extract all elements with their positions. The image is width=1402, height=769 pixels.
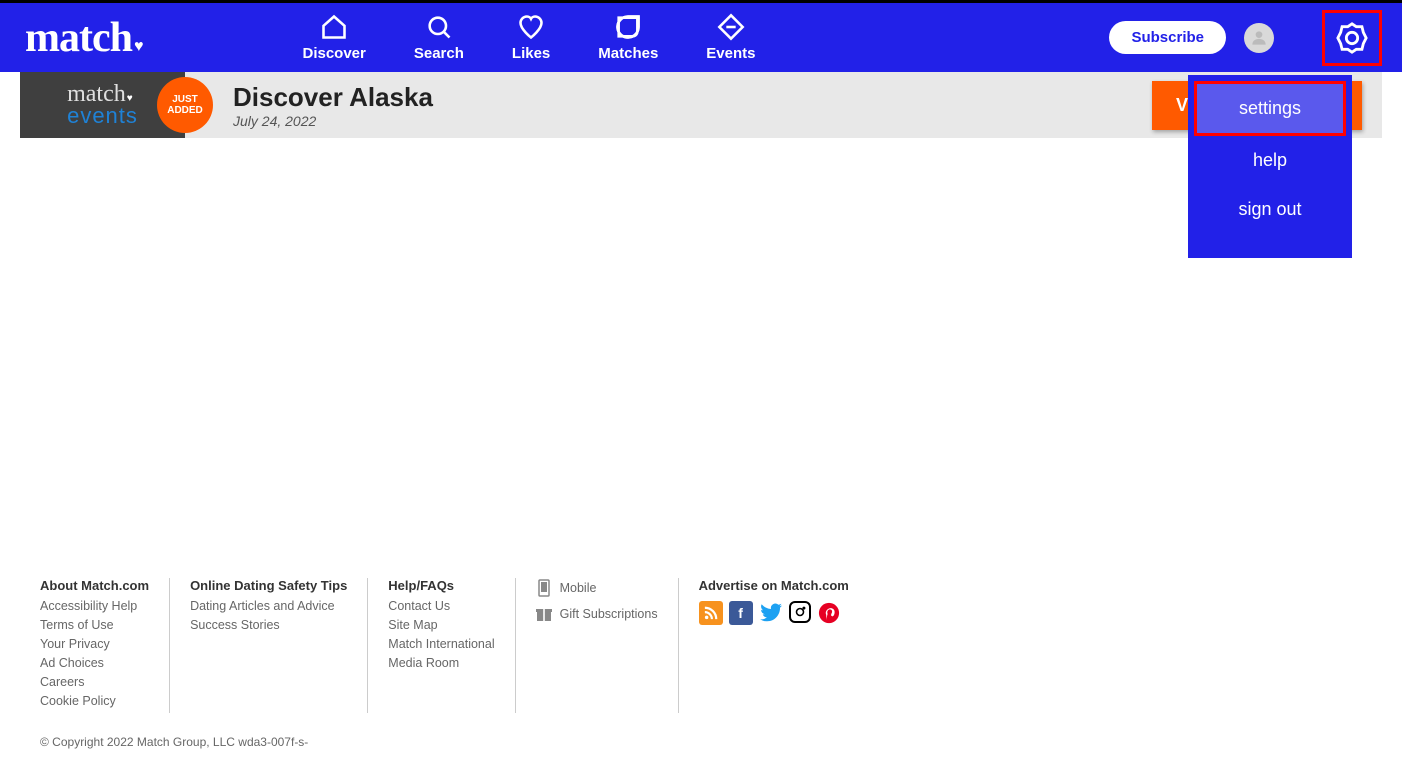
footer-link-media[interactable]: Media Room bbox=[388, 656, 494, 670]
nav-label: Search bbox=[414, 45, 464, 62]
badge-line1: JUST bbox=[172, 94, 198, 105]
footer-col-mobile: Mobile Gift Subscriptions bbox=[516, 578, 679, 713]
chat-icon bbox=[614, 13, 642, 41]
footer-gift-row[interactable]: Gift Subscriptions bbox=[536, 604, 658, 624]
footer: About Match.com Accessibility Help Terms… bbox=[0, 578, 1402, 769]
nav-label: Likes bbox=[512, 45, 550, 62]
logo-heart-icon: ♥ bbox=[134, 38, 143, 56]
events-logo-word: events bbox=[67, 106, 138, 126]
nav-label: Discover bbox=[302, 45, 365, 62]
footer-col-advertise: Advertise on Match.com f bbox=[679, 578, 869, 713]
search-icon bbox=[425, 13, 453, 41]
dropdown-signout[interactable]: sign out bbox=[1188, 185, 1352, 234]
nav-search[interactable]: Search bbox=[414, 13, 464, 62]
footer-link-careers[interactable]: Careers bbox=[40, 675, 149, 689]
nav-events[interactable]: Events bbox=[706, 13, 755, 62]
twitter-icon[interactable] bbox=[759, 601, 783, 625]
heart-icon bbox=[517, 13, 545, 41]
settings-gear-button[interactable] bbox=[1322, 10, 1382, 66]
footer-mobile-row[interactable]: Mobile bbox=[536, 578, 658, 598]
banner-date: July 24, 2022 bbox=[233, 113, 433, 129]
banner-title: Discover Alaska bbox=[233, 82, 433, 113]
footer-link-privacy[interactable]: Your Privacy bbox=[40, 637, 149, 651]
gear-icon bbox=[1335, 21, 1369, 55]
footer-link-contact[interactable]: Contact Us bbox=[388, 599, 494, 613]
footer-link-terms[interactable]: Terms of Use bbox=[40, 618, 149, 632]
events-banner: match♥ events JUST ADDED Discover Alaska… bbox=[20, 72, 1382, 138]
banner-text: Discover Alaska July 24, 2022 bbox=[233, 82, 433, 129]
nav-label: Events bbox=[706, 45, 755, 62]
social-icons: f bbox=[699, 601, 849, 625]
nav-likes[interactable]: Likes bbox=[512, 13, 550, 62]
footer-link-accessibility[interactable]: Accessibility Help bbox=[40, 599, 149, 613]
rss-icon[interactable] bbox=[699, 601, 723, 625]
footer-link-sitemap[interactable]: Site Map bbox=[388, 618, 494, 632]
footer-col-about: About Match.com Accessibility Help Terms… bbox=[40, 578, 170, 713]
footer-link-adchoices[interactable]: Ad Choices bbox=[40, 656, 149, 670]
heart-icon: ♥ bbox=[127, 94, 133, 103]
tag-icon bbox=[717, 13, 745, 41]
footer-heading: About Match.com bbox=[40, 578, 149, 593]
footer-link-gift: Gift Subscriptions bbox=[560, 607, 658, 621]
badge-line2: ADDED bbox=[167, 105, 203, 116]
match-logo[interactable]: match♥ bbox=[25, 14, 142, 62]
facebook-icon[interactable]: f bbox=[729, 601, 753, 625]
instagram-icon[interactable] bbox=[789, 601, 811, 623]
dropdown-help[interactable]: help bbox=[1188, 136, 1352, 185]
top-navigation-bar: match♥ Discover Search Likes Ma bbox=[0, 0, 1402, 72]
footer-link-success[interactable]: Success Stories bbox=[190, 618, 347, 632]
pinterest-icon[interactable] bbox=[817, 601, 841, 625]
events-logo-block: match♥ events JUST ADDED bbox=[20, 72, 185, 138]
dropdown-settings[interactable]: settings bbox=[1194, 81, 1346, 136]
phone-icon bbox=[536, 578, 552, 598]
avatar[interactable] bbox=[1244, 23, 1274, 53]
home-icon bbox=[320, 13, 348, 41]
settings-dropdown: settings help sign out bbox=[1188, 75, 1352, 258]
nav-matches[interactable]: Matches bbox=[598, 13, 658, 62]
just-added-badge: JUST ADDED bbox=[157, 77, 213, 133]
logo-text: match bbox=[25, 14, 132, 62]
footer-heading: Online Dating Safety Tips bbox=[190, 578, 347, 593]
footer-link-mobile: Mobile bbox=[560, 581, 597, 595]
footer-link-international[interactable]: Match International bbox=[388, 637, 494, 651]
subscribe-button[interactable]: Subscribe bbox=[1109, 21, 1226, 54]
gift-icon bbox=[536, 604, 552, 624]
topbar-right: Subscribe bbox=[1109, 10, 1382, 66]
footer-heading: Help/FAQs bbox=[388, 578, 494, 593]
footer-columns: About Match.com Accessibility Help Terms… bbox=[40, 578, 1362, 713]
footer-col-safety: Online Dating Safety Tips Dating Article… bbox=[170, 578, 368, 713]
footer-link-articles[interactable]: Dating Articles and Advice bbox=[190, 599, 347, 613]
footer-col-help: Help/FAQs Contact Us Site Map Match Inte… bbox=[368, 578, 515, 713]
nav-discover[interactable]: Discover bbox=[302, 13, 365, 62]
footer-heading: Advertise on Match.com bbox=[699, 578, 849, 593]
match-events-logo: match♥ events bbox=[67, 84, 138, 125]
footer-link-cookies[interactable]: Cookie Policy bbox=[40, 694, 149, 708]
main-nav: Discover Search Likes Matches Event bbox=[302, 13, 755, 62]
copyright-text: © Copyright 2022 Match Group, LLC wda3-0… bbox=[40, 735, 1362, 749]
nav-label: Matches bbox=[598, 45, 658, 62]
